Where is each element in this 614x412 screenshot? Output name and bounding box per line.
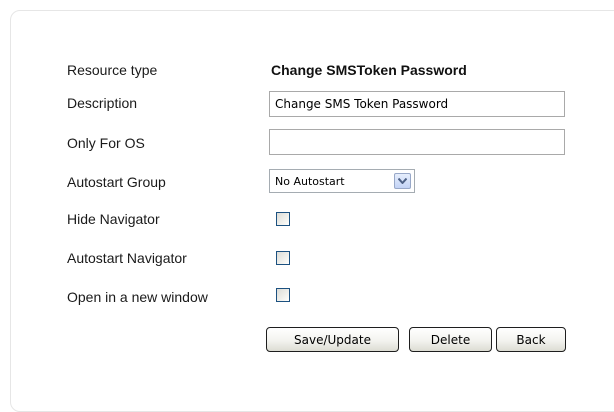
hide-navigator-checkbox[interactable] <box>276 212 290 226</box>
save-update-button[interactable]: Save/Update <box>266 327 399 352</box>
delete-button[interactable]: Delete <box>409 327 492 352</box>
description-input[interactable] <box>269 91 565 117</box>
only-for-os-input[interactable] <box>269 129 565 155</box>
autostart-group-selected-value: No Autostart <box>275 174 345 188</box>
resource-type-value: Change SMSToken Password <box>271 62 467 78</box>
resource-type-label: Resource type <box>67 62 158 78</box>
back-button[interactable]: Back <box>496 327 566 352</box>
autostart-navigator-checkbox[interactable] <box>276 251 290 265</box>
chevron-down-icon-glyph <box>398 178 407 184</box>
chevron-down-icon[interactable] <box>394 173 411 189</box>
autostart-group-select[interactable]: No Autostart <box>269 169 415 193</box>
hide-navigator-label: Hide Navigator <box>67 211 160 227</box>
open-new-window-label: Open in a new window <box>67 289 208 305</box>
open-new-window-checkbox[interactable] <box>276 288 290 302</box>
autostart-navigator-label: Autostart Navigator <box>67 250 187 266</box>
description-label: Description <box>67 95 138 111</box>
autostart-group-label: Autostart Group <box>67 174 166 190</box>
only-for-os-label: Only For OS <box>67 135 145 151</box>
